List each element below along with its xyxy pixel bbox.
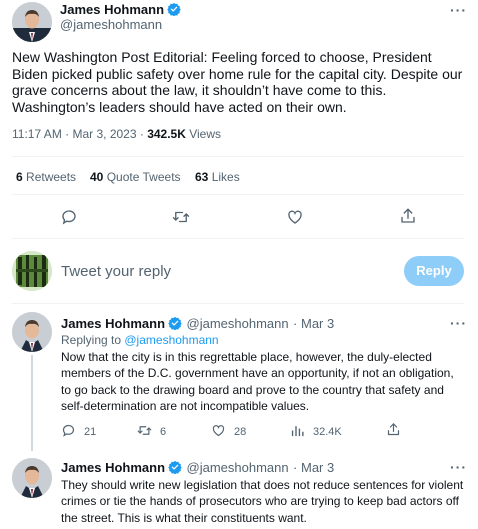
verified-badge-icon — [168, 316, 182, 331]
replying-handle-link[interactable]: @jameshohmann — [124, 333, 218, 347]
reply-action-views[interactable]: 32.4K — [290, 423, 342, 441]
verified-badge-icon — [168, 460, 182, 475]
tweet-meta: 11:17 AM · Mar 3, 2023 · 342.5K Views — [12, 127, 221, 141]
reply-count: 21 — [84, 426, 97, 438]
more-icon[interactable]: ··· — [450, 459, 467, 475]
reply-author-name[interactable]: James Hohmann — [61, 460, 165, 475]
quotes-count: 40 — [90, 170, 104, 184]
share-icon — [386, 422, 401, 440]
like-count: 28 — [234, 426, 247, 438]
retweet-icon[interactable] — [172, 208, 190, 226]
reply-text: They should write new legislation that d… — [61, 478, 464, 525]
retweet-count: 6 — [160, 426, 167, 438]
tweet-text: New Washington Post Editorial: Feeling f… — [12, 49, 463, 115]
tweet-time[interactable]: 11:17 AM · Mar 3, 2023 · — [12, 127, 147, 141]
divider — [12, 303, 464, 304]
author-handle[interactable]: @jameshohmann — [60, 17, 162, 32]
reply-icon — [61, 423, 76, 441]
reply-text: Now that the city is in this regrettable… — [61, 350, 454, 413]
quotes-label: Quote Tweets — [106, 170, 181, 184]
user-avatar[interactable] — [12, 251, 52, 291]
verified-badge-icon — [167, 2, 181, 17]
replying-prefix: Replying to — [61, 333, 125, 347]
reply-date[interactable]: · Mar 3 — [293, 460, 334, 475]
author-avatar[interactable] — [12, 2, 52, 42]
reply-icon[interactable] — [60, 208, 78, 226]
reply-avatar[interactable] — [12, 458, 52, 498]
thread-line — [31, 355, 33, 451]
retweets-label: Retweets — [26, 170, 77, 184]
author-name[interactable]: James Hohmann — [60, 2, 164, 17]
reply-action-reply[interactable]: 21 — [61, 423, 96, 441]
views-count: 342.5K — [147, 127, 186, 141]
likes-count: 63 — [195, 170, 209, 184]
share-icon[interactable] — [399, 207, 417, 225]
reply-date[interactable]: · Mar 3 — [293, 316, 334, 331]
retweets-stat[interactable]: 6 Retweets — [16, 170, 76, 184]
reply-action-share[interactable] — [386, 422, 401, 440]
more-icon[interactable]: ··· — [450, 2, 467, 18]
reply-input[interactable]: Tweet your reply — [61, 263, 171, 280]
reply-action-like[interactable]: 28 — [211, 423, 246, 441]
retweet-icon — [137, 423, 152, 441]
quotes-stat[interactable]: 40 Quote Tweets — [90, 170, 181, 184]
reply-author-handle[interactable]: @jameshohmann — [187, 316, 289, 331]
like-icon — [211, 423, 226, 441]
divider — [12, 238, 464, 239]
reply-avatar[interactable] — [12, 312, 52, 352]
replying-to: Replying to @jameshohmann — [61, 333, 219, 347]
divider — [12, 194, 464, 195]
reply-author-name[interactable]: James Hohmann — [61, 316, 165, 331]
reply-header: James Hohmann @jameshohmann · Mar 3 — [61, 315, 334, 333]
reply-header: James Hohmann @jameshohmann · Mar 3 — [61, 459, 334, 477]
views-label: Views — [185, 127, 222, 141]
likes-stat[interactable]: 63 Likes — [195, 170, 240, 184]
more-icon[interactable]: ··· — [450, 315, 467, 331]
views-count: 32.4K — [313, 426, 342, 438]
likes-label: Likes — [211, 170, 240, 184]
like-icon[interactable] — [286, 208, 304, 226]
reply-button[interactable]: Reply — [404, 256, 464, 286]
reply-action-retweet[interactable]: 6 — [137, 423, 166, 441]
reply-author-handle[interactable]: @jameshohmann — [187, 460, 289, 475]
views-icon — [290, 423, 305, 441]
retweets-count: 6 — [16, 170, 23, 184]
divider — [12, 156, 464, 157]
